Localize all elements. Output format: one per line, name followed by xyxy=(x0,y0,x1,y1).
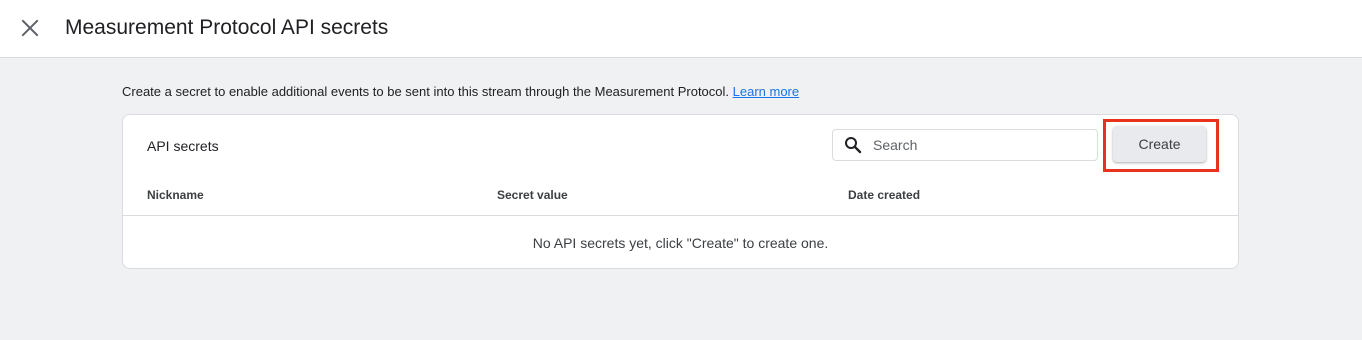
intro-description: Create a secret to enable additional eve… xyxy=(122,84,730,99)
api-secrets-card: API secrets Create Nickname Secret value… xyxy=(122,114,1239,269)
search-input[interactable] xyxy=(873,135,1083,155)
create-button[interactable]: Create xyxy=(1113,126,1206,162)
column-header-nickname[interactable]: Nickname xyxy=(147,188,204,202)
intro-text: Create a secret to enable additional eve… xyxy=(122,83,799,101)
column-header-date-created[interactable]: Date created xyxy=(848,188,920,202)
page-title: Measurement Protocol API secrets xyxy=(65,16,389,39)
learn-more-link[interactable]: Learn more xyxy=(733,84,799,99)
close-icon[interactable] xyxy=(18,16,42,40)
column-header-secret-value[interactable]: Secret value xyxy=(497,188,568,202)
empty-state-message: No API secrets yet, click "Create" to cr… xyxy=(532,235,829,251)
search-icon xyxy=(844,136,862,154)
header-bar: Measurement Protocol API secrets xyxy=(0,0,1362,58)
card-title: API secrets xyxy=(147,138,219,154)
search-field[interactable] xyxy=(832,129,1098,161)
table-divider xyxy=(123,215,1238,216)
